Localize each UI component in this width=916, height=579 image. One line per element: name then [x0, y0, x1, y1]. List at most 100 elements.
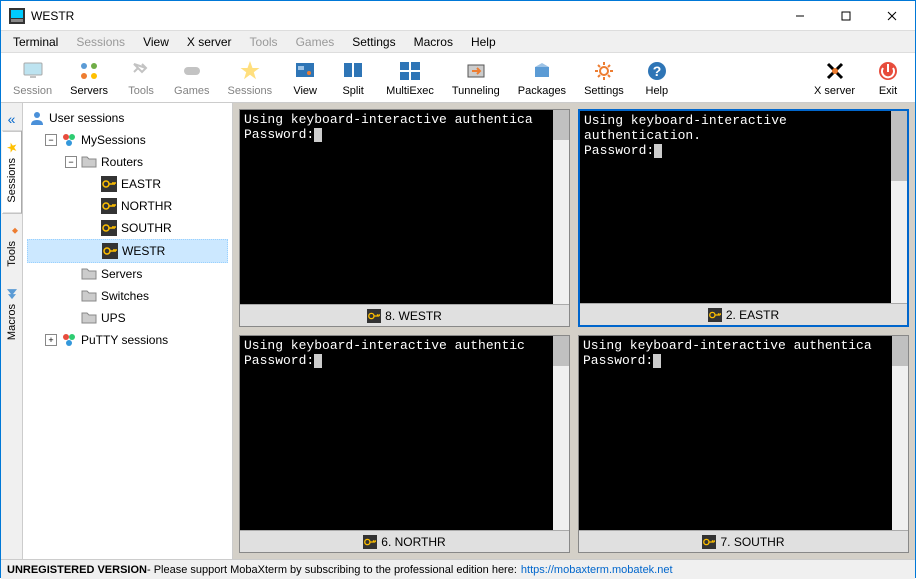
toolbar-x-server-button[interactable]: X server — [808, 57, 861, 99]
terminal-line: Password: — [584, 143, 654, 158]
terminal-grid: Using keyboard-interactive authentica Pa… — [233, 103, 915, 559]
terminal-output[interactable]: Using keyboard-interactive authentica Pa… — [579, 336, 908, 530]
tree-servers[interactable]: Servers — [27, 263, 228, 285]
status-link[interactable]: https://mobaxterm.mobatek.net — [521, 564, 673, 576]
toolbar-label: Servers — [70, 85, 108, 97]
expander-icon[interactable]: − — [45, 134, 57, 146]
terminal-line: Using keyboard-interactive authentic — [244, 338, 525, 353]
toolbar-label: Exit — [879, 85, 897, 97]
cursor-icon — [314, 128, 322, 142]
key-icon — [363, 535, 377, 549]
tree-switches[interactable]: Switches — [27, 285, 228, 307]
key-icon — [101, 176, 117, 192]
menu-macros[interactable]: Macros — [406, 33, 461, 51]
toolbar-view-button[interactable]: View — [284, 57, 326, 99]
menu-sessions: Sessions — [68, 33, 133, 51]
minimize-button[interactable] — [777, 1, 823, 31]
tree-session-northr[interactable]: NORTHR — [27, 195, 228, 217]
menu-x-server[interactable]: X server — [179, 33, 240, 51]
menu-help[interactable]: Help — [463, 33, 504, 51]
terminal-tab[interactable]: 6. NORTHR — [240, 530, 569, 552]
tree-routers[interactable]: − Routers — [27, 151, 228, 173]
tree-session-eastr[interactable]: EASTR — [27, 173, 228, 195]
key-icon — [101, 220, 117, 236]
scroll-thumb[interactable] — [553, 110, 569, 140]
terminal-line: Using keyboard-interactive authentica — [244, 112, 533, 127]
terminal-line: Password: — [244, 353, 314, 368]
scrollbar[interactable] — [553, 336, 569, 530]
side-tab-tools[interactable]: Tools — [2, 214, 22, 278]
side-tab-sessions[interactable]: Sessions — [2, 131, 22, 214]
terminal-tab-label: 6. NORTHR — [381, 535, 445, 549]
terminal-output[interactable]: Using keyboard-interactive authenticatio… — [580, 111, 907, 303]
tools-icon — [6, 225, 18, 237]
expander-icon[interactable]: − — [65, 156, 77, 168]
toolbar-exit-button[interactable]: Exit — [867, 57, 909, 99]
terminal-panel-2[interactable]: Using keyboard-interactive authentic Pas… — [239, 335, 570, 553]
terminal-panel-1[interactable]: Using keyboard-interactive authenticatio… — [578, 109, 909, 327]
toolbar-split-button[interactable]: Split — [332, 57, 374, 99]
tunnel-icon — [464, 59, 488, 83]
scroll-thumb[interactable] — [891, 111, 907, 181]
folder-icon — [81, 310, 97, 326]
toolbar-help-button[interactable]: ? Help — [636, 57, 678, 99]
toolbar-label: Help — [646, 85, 669, 97]
menu-terminal[interactable]: Terminal — [5, 33, 66, 51]
side-tab-macros[interactable]: Macros — [2, 277, 22, 351]
monitor-icon — [21, 59, 45, 83]
terminal-tab[interactable]: 8. WESTR — [240, 304, 569, 326]
toolbar-label: Packages — [518, 85, 566, 97]
terminal-tab[interactable]: 2. EASTR — [580, 303, 907, 325]
expander-icon[interactable]: + — [45, 334, 57, 346]
toolbar-label: Tools — [128, 85, 154, 97]
menu-games: Games — [288, 33, 343, 51]
cursor-icon — [654, 144, 662, 158]
side-tabs: « SessionsTools Macros — [1, 103, 23, 559]
tree-putty[interactable]: + PuTTY sessions — [27, 329, 228, 351]
tree-session-southr[interactable]: SOUTHR — [27, 217, 228, 239]
scroll-thumb[interactable] — [892, 336, 908, 366]
toolbar-settings-button[interactable]: Settings — [578, 57, 630, 99]
folder-icon — [81, 266, 97, 282]
menu-settings[interactable]: Settings — [344, 33, 403, 51]
toolbar-packages-button[interactable]: Packages — [512, 57, 572, 99]
scroll-thumb[interactable] — [553, 336, 569, 366]
scrollbar[interactable] — [892, 336, 908, 530]
scrollbar[interactable] — [891, 111, 907, 303]
tree-label: NORTHR — [121, 199, 172, 213]
tree-mysessions[interactable]: − MySessions — [27, 129, 228, 151]
sessions-icon — [61, 332, 77, 348]
terminal-panel-3[interactable]: Using keyboard-interactive authentica Pa… — [578, 335, 909, 553]
titlebar: WESTR — [1, 1, 915, 31]
tree-root[interactable]: User sessions — [27, 107, 228, 129]
terminal-panel-0[interactable]: Using keyboard-interactive authentica Pa… — [239, 109, 570, 327]
toolbar-servers-button[interactable]: Servers — [64, 57, 114, 99]
terminal-output[interactable]: Using keyboard-interactive authentic Pas… — [240, 336, 569, 530]
folder-icon — [81, 288, 97, 304]
maximize-button[interactable] — [823, 1, 869, 31]
macros-icon — [6, 288, 18, 300]
toolbar-multiexec-button[interactable]: MultiExec — [380, 57, 440, 99]
terminal-tab[interactable]: 7. SOUTHR — [579, 530, 908, 552]
xserver-icon — [823, 59, 847, 83]
terminal-line: Using keyboard-interactive authenticatio… — [584, 113, 795, 143]
collapse-sidebar-button[interactable]: « — [2, 109, 22, 129]
terminal-line: Password: — [583, 353, 653, 368]
scrollbar[interactable] — [553, 110, 569, 304]
menu-view[interactable]: View — [135, 33, 177, 51]
toolbar-games-button: Games — [168, 57, 215, 99]
split-icon — [341, 59, 365, 83]
tree-session-westr[interactable]: WESTR — [27, 239, 228, 263]
packages-icon — [530, 59, 554, 83]
terminal-output[interactable]: Using keyboard-interactive authentica Pa… — [240, 110, 569, 304]
close-button[interactable] — [869, 1, 915, 31]
toolbar: SessionServersToolsGamesSessionsViewSpli… — [1, 53, 915, 103]
cursor-icon — [653, 354, 661, 368]
tree-label: MySessions — [81, 133, 146, 147]
side-tab-label: Macros — [6, 304, 18, 340]
svg-text:?: ? — [653, 63, 662, 79]
folder-icon — [81, 154, 97, 170]
exit-icon — [876, 59, 900, 83]
tree-ups[interactable]: UPS — [27, 307, 228, 329]
toolbar-tunneling-button[interactable]: Tunneling — [446, 57, 506, 99]
